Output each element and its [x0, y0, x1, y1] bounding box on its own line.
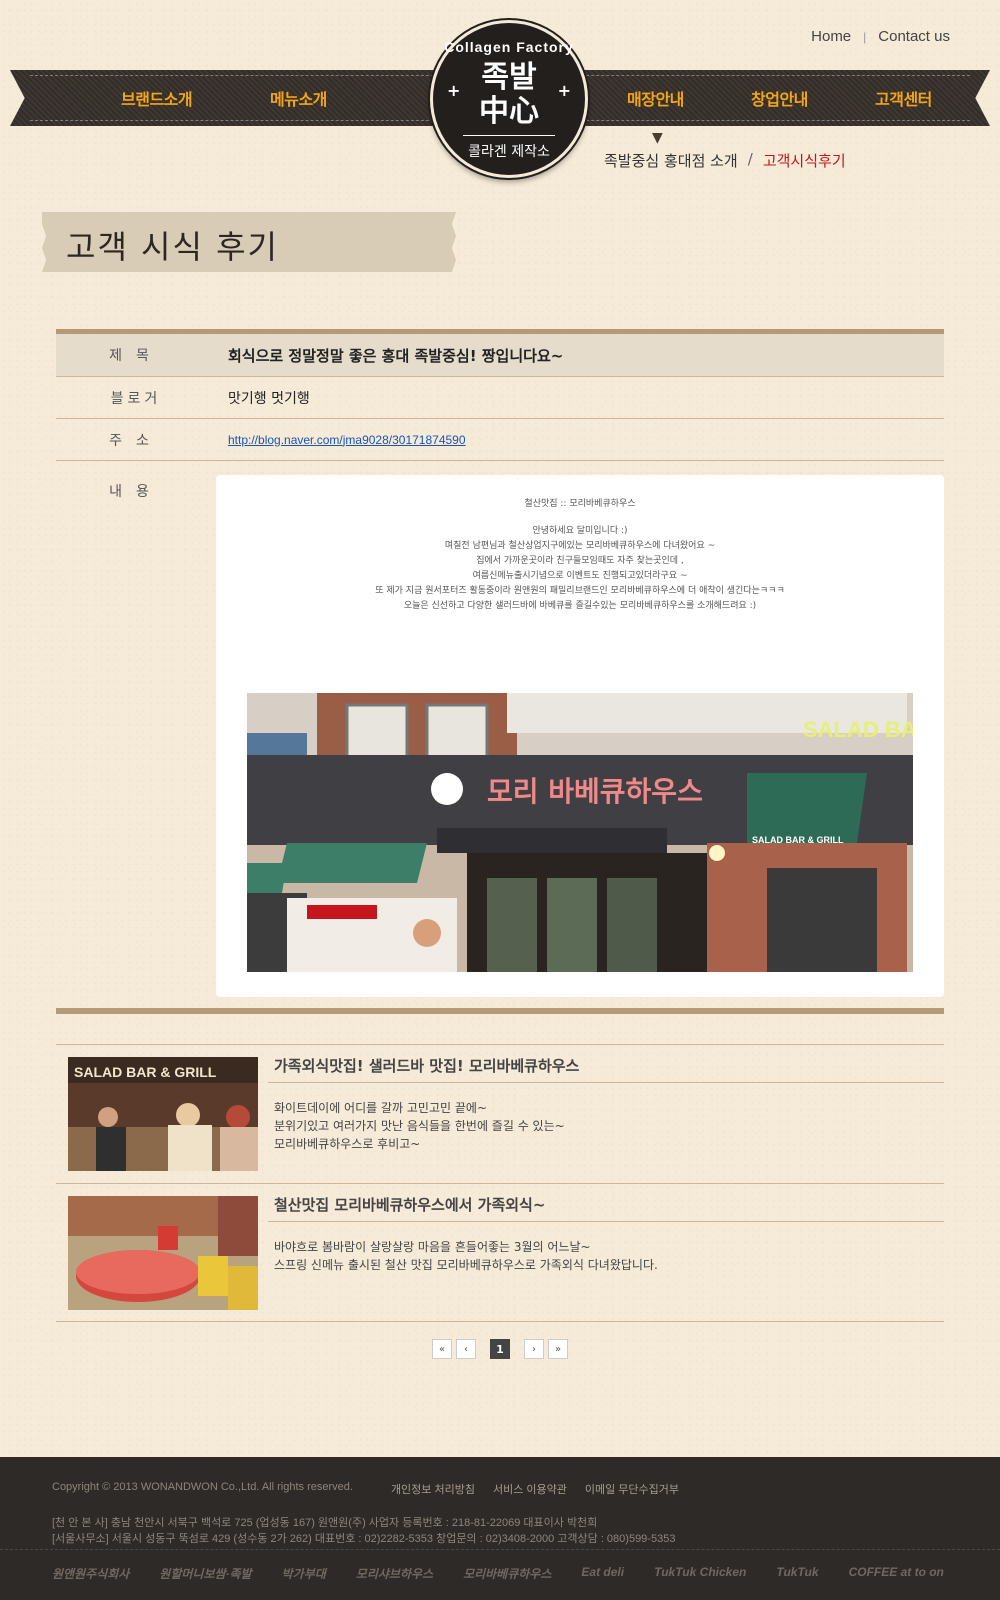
- thumbnail-salad-bar: SALAD BAR & GRILL: [68, 1057, 258, 1171]
- brand-logo[interactable]: 원할머니보쌈·족발: [159, 1565, 251, 1582]
- link-separator: |: [863, 29, 867, 44]
- contact-link[interactable]: Contact us: [878, 28, 950, 45]
- brand-logo[interactable]: 박가부대: [282, 1565, 326, 1582]
- content-row: 내용 철산맛집 :: 모리바베큐하우스 안녕하세요 달미입니다 :) 며칠전 남…: [56, 461, 944, 1003]
- content-box: 철산맛집 :: 모리바베큐하우스 안녕하세요 달미입니다 :) 며칠전 남편님과…: [216, 475, 944, 997]
- content-line: 여름신메뉴출시기념으로 이벤트도 진행되고있더라구요 ~: [472, 571, 688, 581]
- title-row: 제목 회식으로 정말정말 좋은 홍대 족발중심! 짱입니다요~: [56, 334, 944, 377]
- blogger-row: 블로거 맛기행 멋기행: [56, 377, 944, 419]
- desc-line: 모리바베큐하우스로 후비고~: [274, 1137, 421, 1151]
- brand-logo[interactable]: TukTuk Chicken: [654, 1565, 746, 1582]
- breadcrumb: 족발중심 홍대점 소개 / 고객시식후기: [604, 150, 846, 171]
- post-title: 회식으로 정말정말 좋은 홍대 족발중심! 짱입니다요~: [228, 346, 564, 365]
- storefront-photo: 모리 바베큐하우스 SALAD BA SALAD BAR & GRILL: [247, 693, 913, 972]
- page-title: 고객 시식 후기: [66, 228, 279, 266]
- salad-bar-sign: SALAD BA: [803, 717, 913, 742]
- top-links: Home | Contact us: [811, 28, 950, 45]
- related-post-thumbnail[interactable]: SALAD BAR & GRILL: [68, 1057, 258, 1171]
- next-page-button[interactable]: ›: [524, 1339, 544, 1359]
- site-logo[interactable]: Collagen Factory + + 족발 中心 콜라겐 제작소: [430, 20, 588, 178]
- storefront-illustration: 모리 바베큐하우스 SALAD BA SALAD BAR & GRILL: [247, 693, 913, 972]
- hq-address: [천 안 본 사] 충남 천안시 서북구 백석로 725 (업성동 167) 원…: [52, 1517, 598, 1529]
- nav-brand[interactable]: 브랜드소개: [121, 86, 193, 110]
- address-row: 주소 http://blog.naver.com/jma9028/3017187…: [56, 419, 944, 461]
- content-line: 며칠전 남편님과 철산상업지구에있는 모리바베큐하우스에 다녀왔어요 ~: [444, 541, 716, 551]
- brand-logo[interactable]: Eat deli: [581, 1565, 624, 1582]
- brand-logos: 원앤원주식회사 원할머니보쌈·족발 박가부대 모리샤브하우스 모리바베큐하우스 …: [52, 1565, 944, 1582]
- post-detail: 제목 회식으로 정말정말 좋은 홍대 족발중심! 짱입니다요~ 블로거 맛기행 …: [56, 329, 944, 1003]
- copyright: Copyright © 2013 WONANDWON Co.,Ltd. All …: [52, 1481, 353, 1493]
- thumbnail-dining-room: [68, 1196, 258, 1310]
- content-line: 오늘은 신선하고 다양한 샐러드바에 바베큐를 즐길수있는 모리바베큐하우스를 …: [403, 601, 757, 611]
- address-label: 주소: [109, 432, 163, 449]
- blogger-name: 맛기행 멋기행: [228, 390, 310, 407]
- blogger-label: 블로거: [110, 390, 162, 407]
- logo-rule: [463, 135, 555, 136]
- desc-line: 화이트데이에 어디를 갈까 고민고민 끝에~: [274, 1101, 487, 1115]
- prev-page-button[interactable]: ‹: [456, 1339, 476, 1359]
- nav-stores[interactable]: 매장안내: [627, 86, 684, 110]
- related-posts: SALAD BAR & GRILL 가족외식맛집! 샐러드바 맛집! 모리바베큐…: [56, 1044, 944, 1322]
- breadcrumb-parent[interactable]: 족발중심 홍대점 소개: [604, 150, 738, 171]
- content-label: 내용: [109, 484, 163, 500]
- privacy-policy-link[interactable]: 개인정보 처리방침: [391, 1481, 475, 1497]
- brand-logo[interactable]: 모리바베큐하우스: [463, 1565, 551, 1582]
- desc-line: 분위기있고 여러가지 맛난 음식들을 한번에 즐길 수 있는~: [274, 1119, 565, 1133]
- blog-url-link[interactable]: http://blog.naver.com/jma9028/3017187459…: [216, 433, 466, 447]
- last-page-button[interactable]: »: [548, 1339, 568, 1359]
- content-line: 안녕하세요 달미입니다 :): [532, 526, 628, 536]
- content-heading: 철산맛집 :: 모리바베큐하우스: [524, 499, 636, 509]
- nav-menu[interactable]: 메뉴소개: [270, 86, 327, 110]
- desc-line: 스프링 신메뉴 출시된 철산 맛집 모리바베큐하우스로 가족외식 다녀왔답니다.: [274, 1258, 658, 1272]
- footer-links: 개인정보 처리방침 서비스 이용약관 이메일 무단수집거부: [391, 1481, 679, 1497]
- email-policy-link[interactable]: 이메일 무단수집거부: [585, 1481, 679, 1497]
- content-text: 철산맛집 :: 모리바베큐하우스 안녕하세요 달미입니다 :) 며칠전 남편님과…: [216, 475, 944, 614]
- store-sign-text: 모리 바베큐하우스: [487, 775, 703, 808]
- footer-top-line: Copyright © 2013 WONANDWON Co.,Ltd. All …: [52, 1481, 679, 1497]
- nav-franchise[interactable]: 창업안내: [751, 86, 808, 110]
- logo-main-line2: 中心: [479, 94, 539, 129]
- logo-sub-text: 콜라겐 제작소: [468, 144, 550, 160]
- related-post-title[interactable]: 가족외식맛집! 샐러드바 맛집! 모리바베큐하우스: [268, 1055, 944, 1083]
- related-post-item[interactable]: SALAD BAR & GRILL 가족외식맛집! 샐러드바 맛집! 모리바베큐…: [56, 1044, 944, 1183]
- logo-top-text: Collagen Factory: [444, 39, 574, 55]
- footer-divider: [0, 1549, 1000, 1550]
- breadcrumb-separator: /: [747, 150, 753, 168]
- terms-link[interactable]: 서비스 이용약관: [493, 1481, 567, 1497]
- logo-main-text: 족발 中心: [433, 61, 585, 129]
- content-line: 또 제가 지금 원서포터즈 활동중이라 원앤원의 패밀리브랜드인 모리바베큐하우…: [375, 586, 785, 596]
- related-post-title[interactable]: 철산맛집 모리바베큐하우스에서 가족외식~: [268, 1194, 944, 1222]
- title-label: 제목: [109, 348, 163, 364]
- related-post-desc: 화이트데이에 어디를 갈까 고민고민 끝에~ 분위기있고 여러가지 맛난 음식들…: [274, 1099, 565, 1153]
- related-post-desc: 바야흐로 봄바람이 살랑살랑 마음을 흔들어좋는 3월의 어느날~ 스프링 신메…: [274, 1238, 658, 1274]
- nav-customer-center[interactable]: 고객센터: [875, 86, 932, 110]
- footer-address: [천 안 본 사] 충남 천안시 서북구 백석로 725 (업성동 167) 원…: [52, 1515, 675, 1547]
- logo-main-line1: 족발: [481, 60, 537, 95]
- breadcrumb-current: 고객시식후기: [762, 152, 846, 170]
- footer: Copyright © 2013 WONANDWON Co.,Ltd. All …: [0, 1457, 1000, 1600]
- brand-logo[interactable]: TukTuk: [776, 1565, 818, 1582]
- seoul-office-address: [서울사무소] 서울시 성동구 뚝섬로 429 (성수동 2가 262) 대표번…: [52, 1533, 676, 1545]
- brand-logo[interactable]: 모리샤브하우스: [356, 1565, 433, 1582]
- home-link[interactable]: Home: [811, 28, 851, 45]
- related-post-item[interactable]: 철산맛집 모리바베큐하우스에서 가족외식~ 바야흐로 봄바람이 살랑살랑 마음을…: [56, 1183, 944, 1322]
- page-number-current[interactable]: 1: [490, 1339, 510, 1359]
- detail-bottom-bar: [56, 1008, 944, 1014]
- brand-logo[interactable]: 원앤원주식회사: [52, 1565, 129, 1582]
- thumbnail-sign-text: SALAD BAR & GRILL: [74, 1064, 217, 1080]
- arrow-down-icon: ▼: [652, 130, 663, 146]
- first-page-button[interactable]: «: [432, 1339, 452, 1359]
- pagination: « ‹ 1 › »: [0, 1339, 1000, 1359]
- brand-logo[interactable]: COFFEE at to on: [849, 1565, 944, 1582]
- content-line: 집에서 가까운곳이라 친구들모임때도 자주 찾는곳인데 ,: [476, 556, 684, 566]
- desc-line: 바야흐로 봄바람이 살랑살랑 마음을 흔들어좋는 3월의 어느날~: [274, 1240, 591, 1254]
- related-post-thumbnail[interactable]: [68, 1196, 258, 1310]
